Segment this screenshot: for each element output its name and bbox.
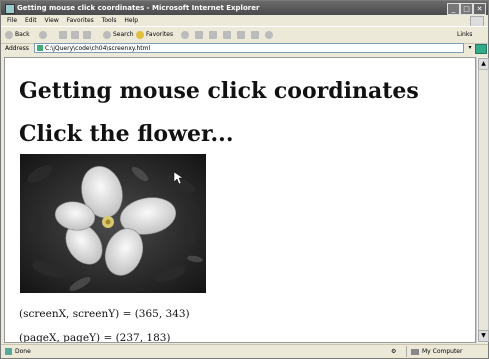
security-zone-icon: ⚙ <box>391 348 397 355</box>
favorites-label: Favorites <box>146 31 174 38</box>
stop-icon <box>59 30 67 39</box>
flower-image[interactable] <box>20 154 206 293</box>
vertical-scrollbar[interactable]: ▲ ▼ <box>476 57 489 343</box>
page-subheading: Click the flower... <box>19 121 234 147</box>
stop-button[interactable] <box>59 27 69 43</box>
address-input[interactable]: C:\jQuery\code\ch04\screenxy.html <box>34 43 464 53</box>
address-dropdown[interactable]: ▾ <box>466 43 474 53</box>
minimize-button[interactable]: _ <box>447 3 460 15</box>
page-content: Getting mouse click coordinates Click th… <box>4 57 476 343</box>
search-label: Search <box>113 31 134 38</box>
zone-indicator: My Computer <box>406 346 481 357</box>
computer-icon <box>411 348 419 355</box>
home-button[interactable] <box>83 27 93 43</box>
discuss-icon <box>237 30 245 39</box>
refresh-button[interactable] <box>71 27 81 43</box>
title-bar[interactable]: Getting mouse click coordinates - Micros… <box>1 1 488 15</box>
print-button[interactable] <box>209 27 219 43</box>
page-icon <box>37 45 43 51</box>
history-icon <box>181 30 189 39</box>
forward-button[interactable] <box>39 27 49 43</box>
zone-label: My Computer <box>422 348 463 355</box>
menu-favorites[interactable]: Favorites <box>67 17 94 24</box>
back-button[interactable]: Back <box>5 27 30 43</box>
menu-edit[interactable]: Edit <box>25 17 37 24</box>
star-icon <box>136 30 144 39</box>
address-label: Address <box>5 45 29 52</box>
scroll-thumb[interactable] <box>478 69 489 331</box>
ie-icon <box>5 4 15 14</box>
messenger-icon <box>265 30 273 39</box>
menu-bar: File Edit View Favorites Tools Help <box>1 15 488 27</box>
discuss-button[interactable] <box>237 27 247 43</box>
scroll-down-button[interactable]: ▼ <box>478 330 489 342</box>
search-icon <box>103 30 111 39</box>
menu-file[interactable]: File <box>7 17 17 24</box>
menu-tools[interactable]: Tools <box>102 17 117 24</box>
history-button[interactable] <box>181 27 191 43</box>
refresh-icon <box>71 30 79 39</box>
search-button[interactable]: Search <box>103 27 134 43</box>
forward-arrow-icon <box>39 30 47 39</box>
status-label: Done <box>15 348 31 355</box>
research-icon <box>251 30 259 39</box>
address-bar: Address C:\jQuery\code\ch04\screenxy.htm… <box>1 42 488 55</box>
back-arrow-icon <box>5 30 13 39</box>
mail-icon <box>195 30 203 39</box>
home-icon <box>83 30 91 39</box>
page-heading: Getting mouse click coordinates <box>19 78 419 104</box>
status-text: Done <box>5 345 31 359</box>
window-title: Getting mouse click coordinates - Micros… <box>17 4 260 12</box>
edit-button[interactable] <box>223 27 233 43</box>
mail-button[interactable] <box>195 27 205 43</box>
printer-icon <box>209 30 217 39</box>
page-coordinates: (pageX, pageY) = (237, 183) <box>19 332 171 343</box>
menu-view[interactable]: View <box>45 17 59 24</box>
address-value: C:\jQuery\code\ch04\screenxy.html <box>45 45 151 52</box>
browser-window: Getting mouse click coordinates - Micros… <box>0 0 489 359</box>
page-done-icon <box>5 348 12 355</box>
maximize-button[interactable]: □ <box>460 3 473 15</box>
edit-icon <box>223 30 231 39</box>
menu-help[interactable]: Help <box>124 17 138 24</box>
favorites-button[interactable]: Favorites <box>136 27 173 43</box>
back-label: Back <box>15 31 30 38</box>
research-button[interactable] <box>251 27 261 43</box>
status-bar: Done ⚙ My Computer <box>1 344 488 359</box>
links-button[interactable]: Links <box>457 27 472 43</box>
go-button[interactable] <box>475 44 487 54</box>
close-button[interactable]: ✕ <box>473 3 486 15</box>
screen-coordinates: (screenX, screenY) = (365, 343) <box>19 308 190 320</box>
messenger-button[interactable] <box>265 27 275 43</box>
